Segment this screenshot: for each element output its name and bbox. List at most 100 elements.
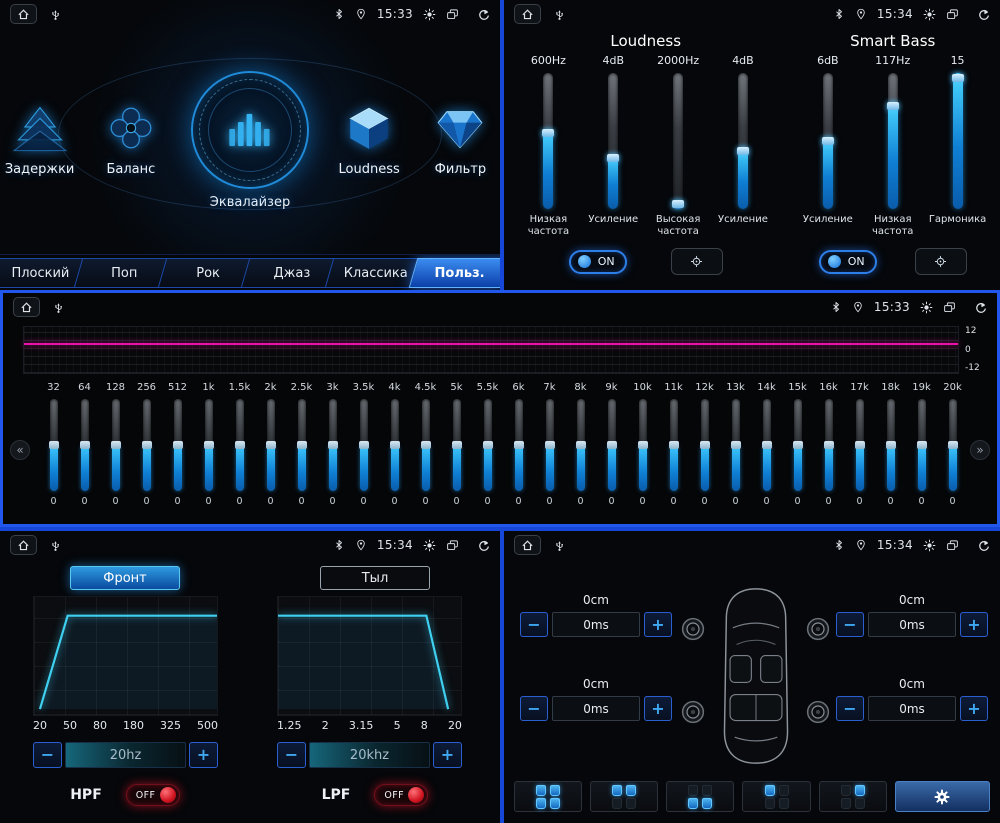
band-thumb[interactable] [731, 441, 741, 449]
menu-item-balance[interactable]: Баланс [91, 103, 170, 177]
slider-track[interactable] [888, 73, 898, 209]
band-thumb[interactable] [576, 441, 586, 449]
band-thumb[interactable] [886, 441, 896, 449]
band-track[interactable] [825, 399, 833, 491]
tab-rear[interactable]: Тыл [320, 566, 430, 590]
delay-plus-button[interactable]: + [960, 696, 988, 721]
hpf-plus-button[interactable]: + [189, 742, 218, 768]
preset-tab[interactable]: Классика [335, 256, 416, 290]
band-track[interactable] [763, 399, 771, 491]
slider-track[interactable] [673, 73, 683, 209]
preset-tab[interactable]: Рок [168, 256, 249, 290]
band-thumb[interactable] [390, 441, 400, 449]
vertical-slider[interactable]: 600Hz Низкая частота [517, 54, 579, 240]
band-track[interactable] [236, 399, 244, 491]
band-track[interactable] [81, 399, 89, 491]
band-track[interactable] [639, 399, 647, 491]
band-thumb[interactable] [359, 441, 369, 449]
menu-item-equalizer[interactable]: Эквалайзер [182, 71, 317, 210]
seat-position-button[interactable] [819, 781, 887, 812]
prev-bands-button[interactable]: « [10, 440, 30, 460]
band-thumb[interactable] [49, 441, 59, 449]
eq-band-slider[interactable]: 4.5k 0 [411, 382, 440, 508]
eq-band-slider[interactable]: 3.5k 0 [349, 382, 378, 508]
eq-band-slider[interactable]: 9k 0 [597, 382, 626, 508]
recent-apps-icon[interactable] [446, 8, 459, 21]
band-thumb[interactable] [111, 441, 121, 449]
slider-thumb[interactable] [952, 74, 964, 82]
delay-minus-button[interactable]: − [520, 696, 548, 721]
vertical-slider[interactable]: 4dB Усиление [712, 54, 774, 240]
band-thumb[interactable] [204, 441, 214, 449]
smart-bass-target-button[interactable] [915, 248, 967, 275]
back-icon[interactable] [477, 8, 490, 21]
brightness-icon[interactable] [423, 8, 436, 21]
eq-band-slider[interactable]: 15k 0 [783, 382, 812, 508]
lpf-off-toggle[interactable]: OFF [374, 784, 428, 806]
loudness-target-button[interactable] [671, 248, 723, 275]
eq-band-slider[interactable]: 19k 0 [907, 382, 936, 508]
band-track[interactable] [174, 399, 182, 491]
delay-plus-button[interactable]: + [960, 612, 988, 637]
back-icon[interactable] [974, 301, 987, 314]
band-track[interactable] [670, 399, 678, 491]
band-thumb[interactable] [948, 441, 958, 449]
band-track[interactable] [453, 399, 461, 491]
eq-band-slider[interactable]: 64 0 [70, 382, 99, 508]
eq-band-slider[interactable]: 18k 0 [876, 382, 905, 508]
preset-tab[interactable]: Джаз [251, 256, 332, 290]
preset-tab[interactable]: Поп [84, 256, 165, 290]
band-thumb[interactable] [421, 441, 431, 449]
band-track[interactable] [918, 399, 926, 491]
back-icon[interactable] [977, 8, 990, 21]
band-track[interactable] [515, 399, 523, 491]
band-thumb[interactable] [824, 441, 834, 449]
band-track[interactable] [484, 399, 492, 491]
band-thumb[interactable] [545, 441, 555, 449]
band-track[interactable] [112, 399, 120, 491]
recent-apps-icon[interactable] [946, 8, 959, 21]
smart-bass-on-toggle[interactable]: ON [819, 250, 877, 274]
recent-apps-icon[interactable] [943, 301, 956, 314]
band-thumb[interactable] [173, 441, 183, 449]
hpf-off-toggle[interactable]: OFF [126, 784, 180, 806]
recent-apps-icon[interactable] [446, 539, 459, 552]
eq-band-slider[interactable]: 14k 0 [752, 382, 781, 508]
slider-thumb[interactable] [737, 147, 749, 155]
band-thumb[interactable] [328, 441, 338, 449]
vertical-slider[interactable]: 6dB Усиление [797, 54, 859, 240]
band-track[interactable] [887, 399, 895, 491]
eq-band-slider[interactable]: 13k 0 [721, 382, 750, 508]
slider-thumb[interactable] [542, 129, 554, 137]
loudness-on-toggle[interactable]: ON [569, 250, 627, 274]
band-thumb[interactable] [483, 441, 493, 449]
band-track[interactable] [360, 399, 368, 491]
band-track[interactable] [205, 399, 213, 491]
slider-thumb[interactable] [607, 154, 619, 162]
band-track[interactable] [50, 399, 58, 491]
band-track[interactable] [391, 399, 399, 491]
eq-band-slider[interactable]: 16k 0 [814, 382, 843, 508]
eq-band-slider[interactable]: 8k 0 [566, 382, 595, 508]
eq-band-slider[interactable]: 4k 0 [380, 382, 409, 508]
band-thumb[interactable] [452, 441, 462, 449]
band-track[interactable] [577, 399, 585, 491]
next-bands-button[interactable]: » [970, 440, 990, 460]
seat-position-button[interactable] [590, 781, 658, 812]
eq-band-slider[interactable]: 10k 0 [628, 382, 657, 508]
delay-plus-button[interactable]: + [644, 612, 672, 637]
band-thumb[interactable] [762, 441, 772, 449]
eq-band-slider[interactable]: 3k 0 [318, 382, 347, 508]
band-thumb[interactable] [917, 441, 927, 449]
menu-item-loudness[interactable]: Loudness [330, 103, 409, 177]
band-thumb[interactable] [669, 441, 679, 449]
band-track[interactable] [329, 399, 337, 491]
home-button[interactable] [13, 297, 40, 317]
band-track[interactable] [856, 399, 864, 491]
vertical-slider[interactable]: 4dB Усиление [582, 54, 644, 240]
delay-minus-button[interactable]: − [836, 612, 864, 637]
brightness-icon[interactable] [923, 539, 936, 552]
band-track[interactable] [608, 399, 616, 491]
band-thumb[interactable] [700, 441, 710, 449]
band-track[interactable] [546, 399, 554, 491]
